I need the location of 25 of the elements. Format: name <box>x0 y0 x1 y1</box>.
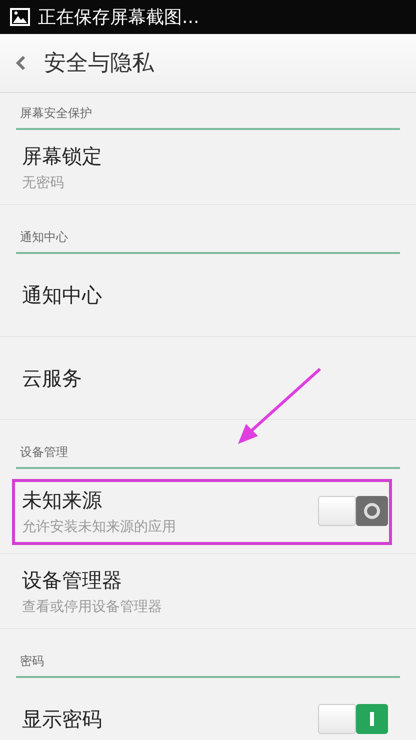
chevron-left-icon <box>16 56 26 70</box>
settings-item[interactable]: 显示密码 <box>0 678 416 740</box>
notification-text: 正在保存屏幕截图... <box>38 6 200 29</box>
item-title: 显示密码 <box>22 706 102 732</box>
item-title: 云服务 <box>22 364 82 392</box>
item-title: 屏幕锁定 <box>22 142 102 170</box>
page-title: 安全与隐私 <box>44 50 154 78</box>
settings-item[interactable]: 未知来源 允许安装未知来源的应用 <box>0 469 416 554</box>
toggle-switch[interactable] <box>318 704 388 734</box>
item-subtitle: 查看或停用设备管理器 <box>22 598 162 616</box>
image-icon <box>10 8 30 26</box>
settings-item[interactable]: 屏幕锁定 无密码 <box>0 130 416 205</box>
section-title: 密码 <box>20 654 44 668</box>
item-title: 未知来源 <box>22 486 103 514</box>
settings-item[interactable]: 云服务 <box>0 337 416 420</box>
settings-item[interactable]: 通知中心 <box>0 254 416 337</box>
item-title: 通知中心 <box>22 282 102 308</box>
item-subtitle: 无密码 <box>22 174 65 192</box>
section-title: 通知中心 <box>20 230 68 244</box>
section-title: 设备管理 <box>20 445 68 459</box>
item-title: 设备管理器 <box>22 566 123 594</box>
toggle-switch[interactable] <box>318 496 388 526</box>
section-title: 屏幕安全保护 <box>20 106 92 120</box>
item-subtitle: 允许安装未知来源的应用 <box>22 518 176 536</box>
settings-item[interactable]: 设备管理器 查看或停用设备管理器 <box>0 554 416 629</box>
